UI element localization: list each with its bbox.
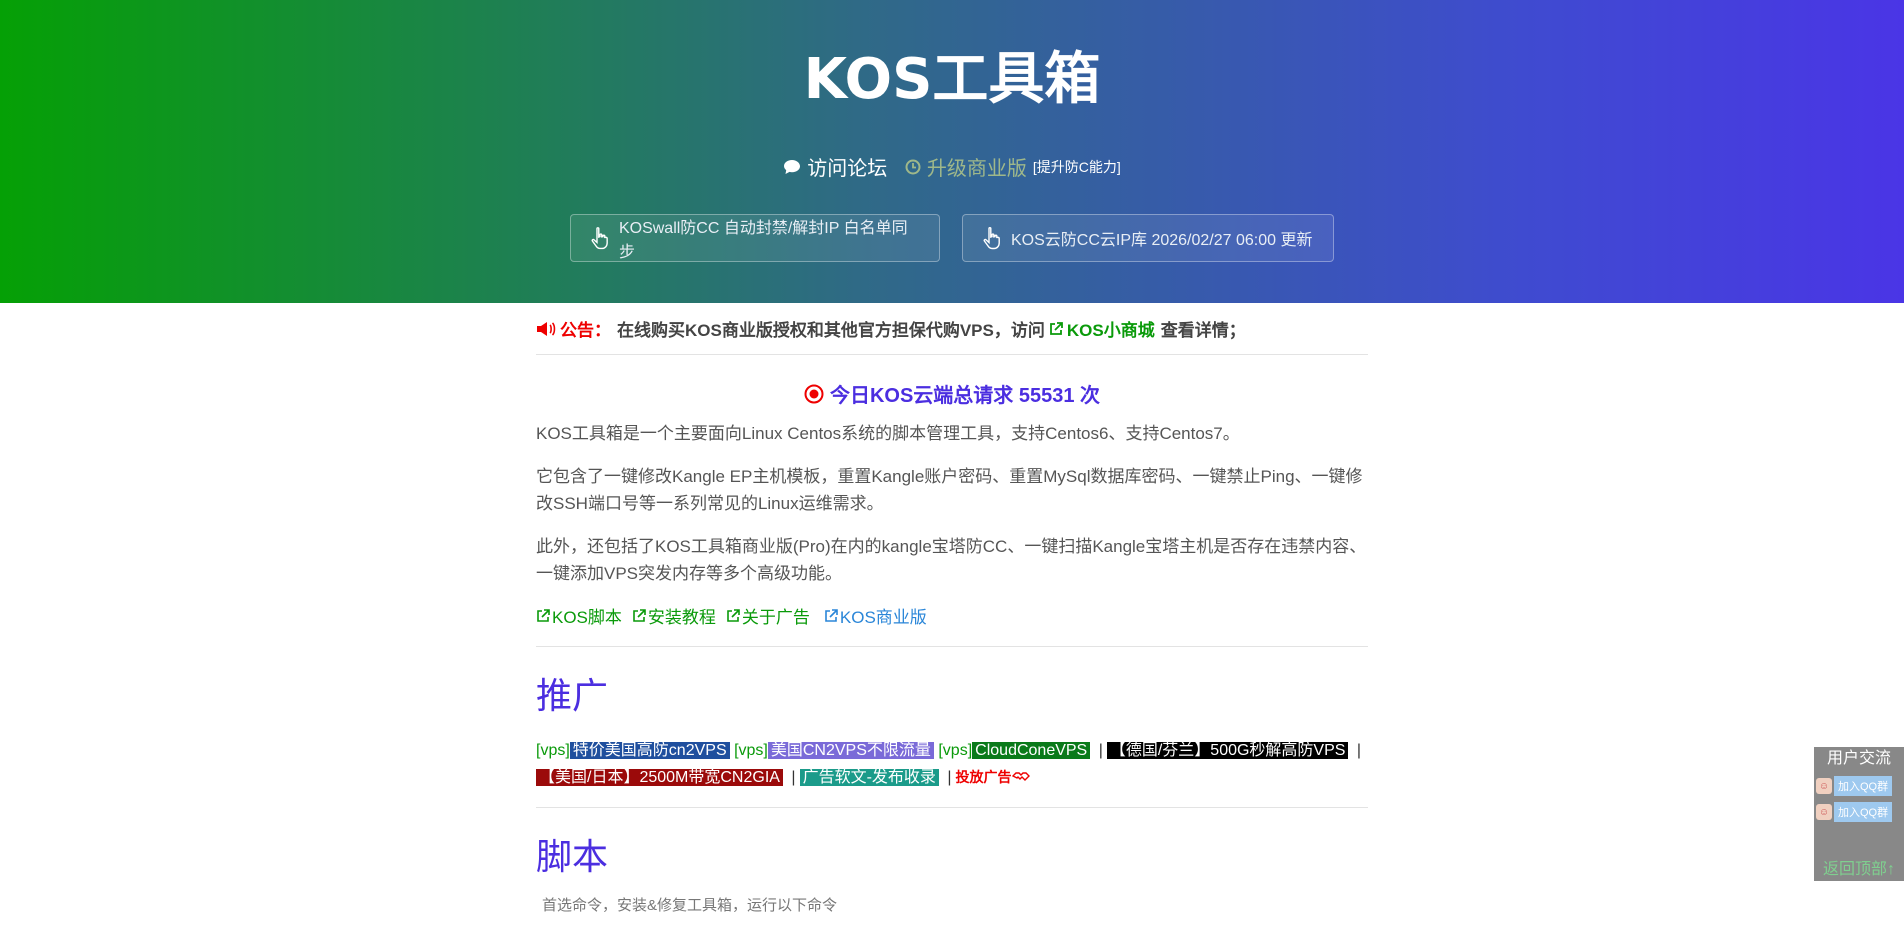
divider [536, 646, 1368, 647]
cloud-ip-button-label: KOS云防CC云IP库 2026/02/27 06:00 更新 [1011, 232, 1313, 249]
separator: | [947, 769, 952, 786]
kos-pro-label: KOS商业版 [839, 608, 927, 627]
install-guide-link[interactable]: 安装教程 [632, 603, 716, 628]
vps-tag-3: [vps] [938, 742, 973, 759]
shop-link-label: KOS小商城 [1066, 321, 1155, 340]
external-link-icon [633, 608, 646, 622]
pointing-hand-icon [983, 227, 1000, 250]
ad-link-5[interactable]: 【美国/日本】2500M带宽CN2GIA [536, 769, 783, 786]
pointing-hand-icon [591, 227, 608, 250]
ad-link-4[interactable]: 【德国/芬兰】500G秒解高防VPS [1106, 742, 1349, 759]
kos-script-link[interactable]: KOS脚本 [536, 603, 622, 628]
floating-panel: 用户交流 ☺ 加入QQ群 ☺ 加入QQ群 返回顶部↑ [1814, 747, 1904, 881]
separator: | [1098, 742, 1103, 759]
script-tip: 首选命令，安装&修复工具箱，运行以下命令 [542, 897, 838, 914]
intro-paragraph-2: 它包含了一键修改Kangle EP主机模板，重置Kangle账户密码、重置MyS… [536, 467, 1363, 513]
back-to-top-link[interactable]: 返回顶部↑ [1814, 855, 1904, 879]
place-ad-label: 投放广告 [955, 769, 1012, 785]
upgrade-label: 升级商业版 [926, 158, 1027, 180]
intro-paragraph-1: KOS工具箱是一个主要面向Linux Centos系统的脚本管理工具，支持Cen… [536, 424, 1240, 443]
header-links: 访问论坛 升级商业版 [提升防C能力] [0, 152, 1904, 181]
join-qq-group-2[interactable]: ☺ 加入QQ群 [1814, 801, 1904, 823]
megaphone-icon [537, 321, 556, 336]
site-title: KOS工具箱 [803, 47, 1101, 112]
forum-link[interactable]: 访问论坛 [783, 152, 887, 181]
ad-link-6[interactable]: 广告软文-发布收录 [799, 769, 939, 786]
separator: | [791, 769, 796, 786]
ads-block: [vps] 特价美国高防cn2VPS [vps] 美国CN2VPS不限流量 [vps… [536, 737, 1368, 791]
separator: | [1356, 742, 1362, 759]
today-requests-text: 今日KOS云端总请求 55531 次 [829, 385, 1101, 407]
install-guide-label: 安装教程 [647, 608, 716, 627]
upgrade-link[interactable]: 升级商业版 [提升防C能力] [905, 152, 1121, 181]
header-banner: KOS工具箱 访问论坛 升级商业版 [提升防C能力] KOSwall防CC 自动… [0, 0, 1904, 303]
avatar-icon: ☺ [1816, 778, 1832, 794]
notice-bar: 公告： 在线购买KOS商业版授权和其他官方担保代购VPS，访问 KOS小商城 查… [536, 303, 1368, 355]
kos-pro-link[interactable]: KOS商业版 [824, 603, 927, 628]
join-qq-group-1[interactable]: ☺ 加入QQ群 [1814, 775, 1904, 797]
about-ads-label: 关于广告 [741, 608, 810, 627]
join-qq-label-1: 加入QQ群 [1834, 776, 1893, 796]
promo-heading: 推广 [536, 676, 609, 717]
notice-prefix: 公告： [560, 321, 611, 340]
koswall-button[interactable]: KOSwall防CC 自动封禁/解封IP 白名单同步 [570, 214, 940, 262]
today-requests: 今日KOS云端总请求 55531 次 [536, 379, 1368, 408]
vps-tag-1: [vps] [536, 742, 570, 759]
record-icon [804, 384, 824, 403]
divider [536, 807, 1368, 808]
ad-link-2[interactable]: 美国CN2VPS不限流量 [767, 742, 934, 759]
cloud-ip-button[interactable]: KOS云防CC云IP库 2026/02/27 06:00 更新 [962, 214, 1334, 262]
ad-link-1[interactable]: 特价美国高防cn2VPS [569, 742, 730, 759]
ad-link-3[interactable]: CloudConeVPS [972, 742, 1091, 759]
external-link-icon [727, 608, 740, 622]
main-content: 公告： 在线购买KOS商业版授权和其他官方担保代购VPS，访问 KOS小商城 查… [536, 303, 1368, 915]
floating-panel-title: 用户交流 [1826, 750, 1891, 767]
about-ads-link[interactable]: 关于广告 [726, 603, 810, 628]
kos-script-label: KOS脚本 [552, 608, 622, 627]
chat-bubble-icon [784, 159, 801, 174]
external-link-icon [1049, 321, 1063, 335]
external-link-icon [537, 608, 550, 622]
script-heading: 脚本 [536, 837, 609, 878]
notice-text: 在线购买KOS商业版授权和其他官方担保代购VPS，访问 [617, 321, 1045, 340]
header-buttons: KOSwall防CC 自动封禁/解封IP 白名单同步 KOS云防CC云IP库 2… [0, 214, 1904, 262]
upgrade-note: [提升防C能力] [1032, 158, 1121, 175]
handshake-icon [1011, 772, 1030, 781]
shop-link[interactable]: KOS小商城 [1049, 316, 1155, 341]
reference-links: KOS脚本 安装教程 关于广告 KOS商业版 [536, 603, 1368, 628]
place-ad-link[interactable]: 投放广告 [956, 769, 1030, 785]
notice-suffix: 查看详情； [1160, 321, 1246, 340]
join-qq-label-2: 加入QQ群 [1834, 802, 1893, 822]
koswall-button-label: KOSwall防CC 自动封禁/解封IP 白名单同步 [618, 220, 908, 261]
avatar-icon: ☺ [1816, 804, 1832, 820]
vps-tag-2: [vps] [734, 742, 768, 759]
clock-icon [905, 159, 921, 174]
intro-paragraph-3: 此外，还包括了KOS工具箱商业版(Pro)在内的kangle宝塔防CC、一键扫描… [536, 537, 1367, 583]
external-link-icon [825, 608, 838, 622]
forum-label: 访问论坛 [807, 158, 888, 180]
